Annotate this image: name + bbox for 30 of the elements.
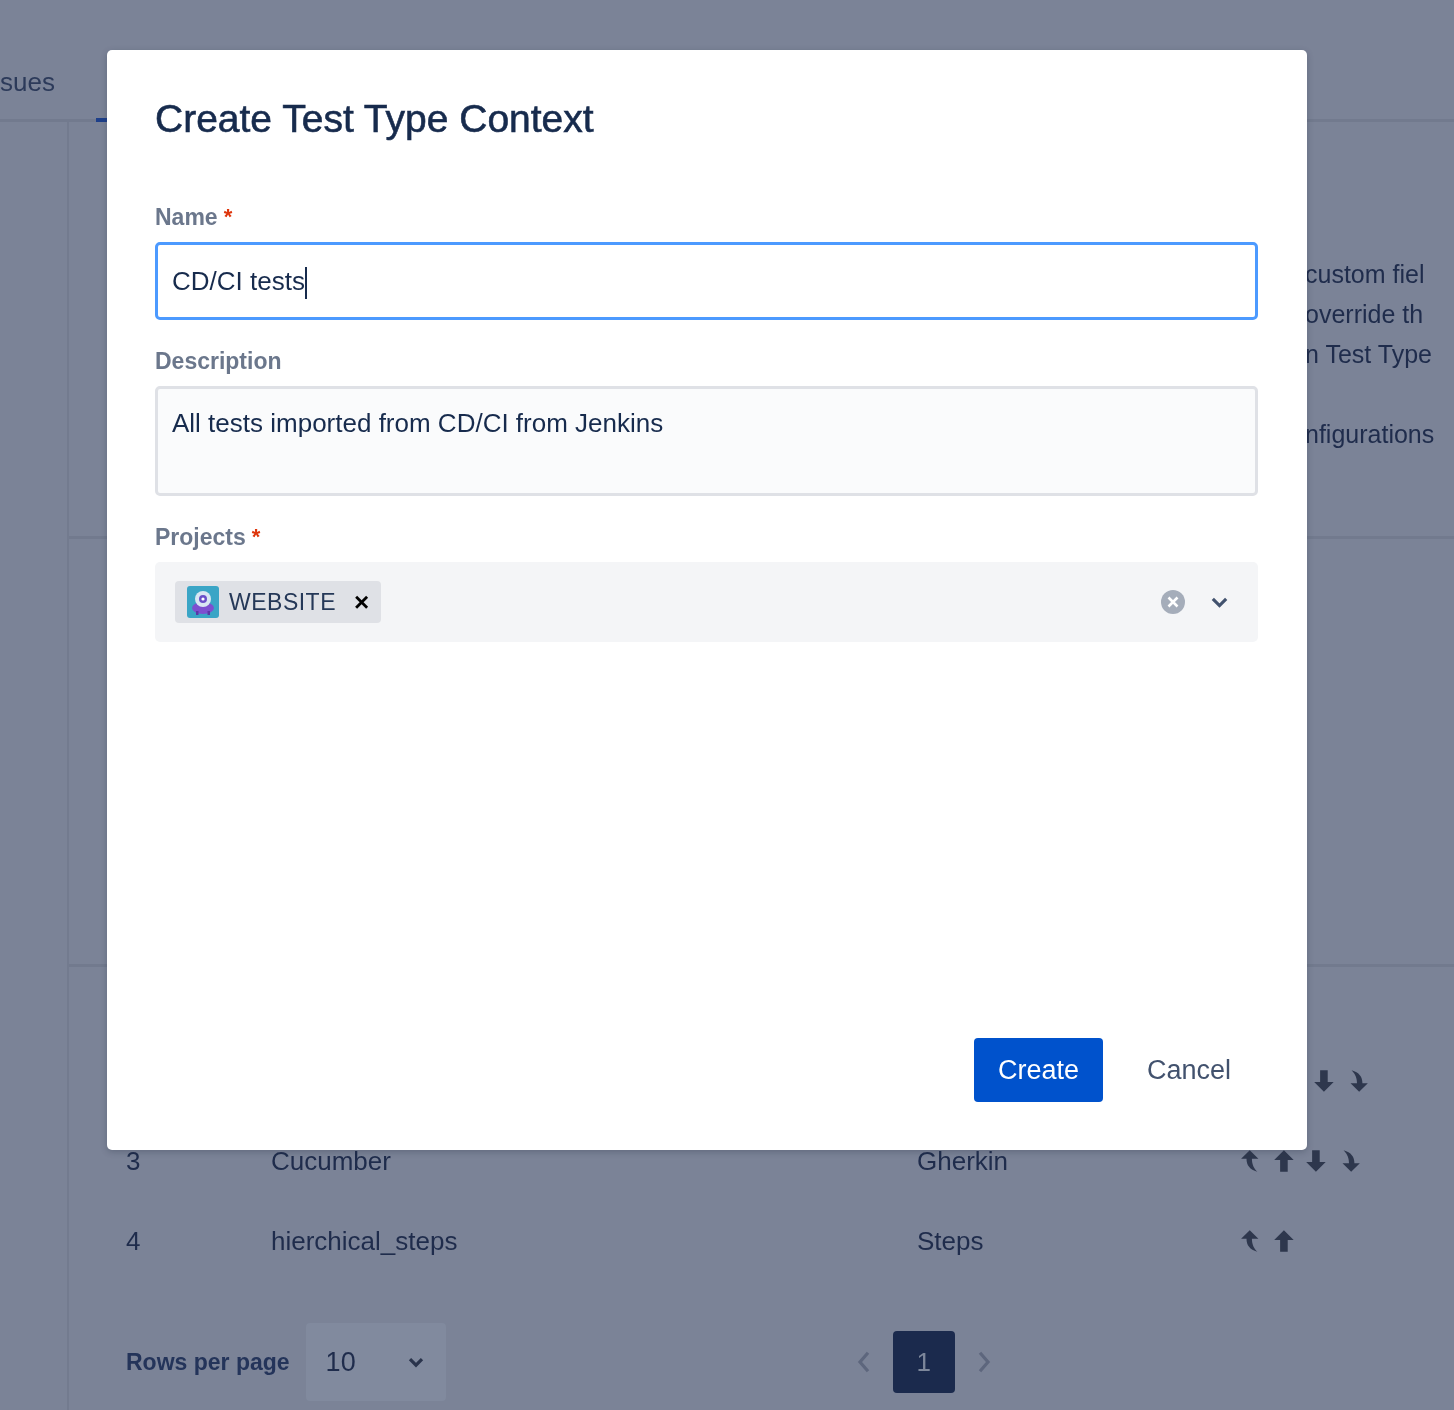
field-label: Name — [155, 203, 218, 232]
description-field[interactable]: All tests imported from CD/CI from Jenkins — [155, 386, 1258, 496]
table-cell-text: 4 — [126, 1225, 142, 1257]
rows-per-page-label: Rows per page — [126, 1348, 290, 1376]
clear-icon[interactable] — [1161, 590, 1185, 614]
table-cell-text: Gherkin — [917, 1145, 1010, 1177]
field-label: Projects — [155, 523, 246, 552]
text-line: n Test Type — [1305, 339, 1433, 370]
remove-tag-button[interactable]: × — [354, 586, 370, 618]
table-cell-text: 3 — [126, 1145, 142, 1177]
chevron-down-icon[interactable] — [1211, 596, 1228, 608]
name-field[interactable]: CD/CI tests — [155, 242, 1258, 320]
projects-select[interactable]: WEBSITE × — [155, 562, 1258, 642]
table-cell-text: Steps — [917, 1225, 985, 1257]
required-mark: * — [251, 523, 261, 551]
table-cell-text: hierchical_steps — [271, 1225, 459, 1257]
create-button[interactable]: Create — [973, 1038, 1103, 1102]
cancel-button[interactable]: Cancel — [1122, 1038, 1255, 1102]
text-line: custom fiel — [1305, 259, 1426, 290]
page-button[interactable]: 1 — [892, 1331, 955, 1393]
project-avatar-icon — [187, 586, 219, 618]
dialog-title: Create Test Type Context — [155, 96, 595, 142]
text-line: nfigurations — [1305, 419, 1436, 450]
rows-per-page-select[interactable]: 10 — [305, 1323, 446, 1401]
table-cell-text: Cucumber — [271, 1145, 392, 1177]
field-label: Description — [155, 347, 282, 376]
chevron-down-icon — [407, 1356, 424, 1368]
text-line: override th — [1305, 299, 1425, 330]
required-mark: * — [223, 203, 233, 231]
tag-label: WEBSITE — [229, 588, 336, 616]
